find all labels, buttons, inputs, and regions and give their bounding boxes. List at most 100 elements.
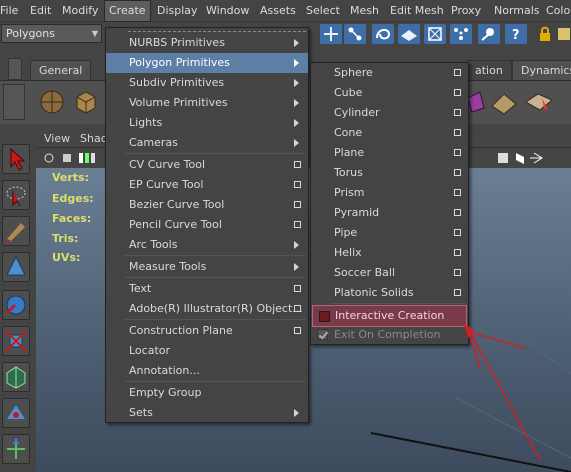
lasso-tool-icon[interactable] [2,180,30,210]
menu-color[interactable]: Color [546,0,571,22]
menu-create[interactable]: Create [104,0,151,22]
menu-item-sphere[interactable]: Sphere [311,63,468,83]
option-box-icon[interactable] [454,269,461,276]
snap-curve-icon[interactable] [344,24,366,44]
menu-item-text[interactable]: Text [106,279,308,299]
menu-item-cone[interactable]: Cone [311,123,468,143]
menu-item-cv-curve-tool[interactable]: CV Curve Tool [106,155,308,175]
scale-tool-icon[interactable] [2,326,30,356]
poly-smooth-icon[interactable] [524,88,554,116]
menu-modify[interactable]: Modify [62,0,98,22]
snap-plane-icon[interactable] [398,24,420,44]
menu-item-annotation[interactable]: Annotation... [106,361,308,381]
menu-item-helix[interactable]: Helix [311,243,468,263]
last-tool-icon[interactable] [2,434,30,464]
menu-item-volume-primitives[interactable]: Volume Primitives [106,93,308,113]
menu-edit[interactable]: Edit [30,0,51,22]
menu-item-cylinder[interactable]: Cylinder [311,103,468,123]
help-icon[interactable]: ? [505,24,527,44]
option-box-icon[interactable] [294,201,301,208]
menu-item-cameras[interactable]: Cameras [106,133,308,153]
manipulator-icon[interactable] [2,362,30,392]
shelf-options-button[interactable] [3,84,25,120]
menu-item-empty-group[interactable]: Empty Group [106,383,308,403]
panel-menu-view[interactable]: View [44,132,70,145]
menu-item-adobe-illustrator-object[interactable]: Adobe(R) Illustrator(R) Object... [106,299,308,319]
menu-item-locator[interactable]: Locator [106,341,308,361]
snap-grid-icon[interactable] [320,24,342,44]
option-box-icon[interactable] [454,229,461,236]
menu-item-bezier-curve-tool[interactable]: Bezier Curve Tool [106,195,308,215]
menu-item-polygon-primitives[interactable]: Polygon Primitives [106,53,308,73]
option-box-icon[interactable] [454,249,461,256]
menu-item-pipe[interactable]: Pipe [311,223,468,243]
option-box-icon[interactable] [454,289,461,296]
menu-mesh[interactable]: Mesh [350,0,379,22]
menu-item-torus[interactable]: Torus [311,163,468,183]
menu-item-cube[interactable]: Cube [311,83,468,103]
option-box-icon[interactable] [294,327,301,334]
menu-item-prism[interactable]: Prism [311,183,468,203]
render-icon[interactable] [556,24,571,44]
paint-select-icon[interactable] [2,216,30,246]
tab-general[interactable]: General [30,60,92,80]
menu-item-subdiv-primitives[interactable]: Subdiv Primitives [106,73,308,93]
interactive-creation-checkbox[interactable] [319,311,330,322]
shading-mode-icons[interactable] [494,150,564,166]
option-box-icon[interactable] [294,305,301,312]
move-tool-icon[interactable] [2,252,30,282]
menu-item-measure-tools[interactable]: Measure Tools [106,257,308,277]
snap-live-icon[interactable] [424,24,446,44]
make-live-icon[interactable] [478,24,500,44]
menu-item-pencil-curve-tool[interactable]: Pencil Curve Tool [106,215,308,235]
tab-dynamics[interactable]: Dynamics [512,60,571,80]
menu-assets[interactable]: Assets [260,0,296,22]
option-box-icon[interactable] [454,69,461,76]
option-box-icon[interactable] [294,181,301,188]
option-box-icon[interactable] [294,161,301,168]
exit-on-completion-checkbox[interactable] [317,329,328,340]
select-tool-icon[interactable] [2,144,30,174]
menu-item-plane[interactable]: Plane [311,143,468,163]
camera-tools-icon[interactable] [39,151,99,165]
snap-point-icon[interactable] [372,24,394,44]
option-box-icon[interactable] [454,129,461,136]
poly-sphere-icon[interactable] [38,88,66,116]
soft-mod-icon[interactable] [2,398,30,428]
menu-window[interactable]: Window [206,0,249,22]
menu-select[interactable]: Select [306,0,340,22]
lock-icon[interactable] [534,24,556,44]
menu-edit-mesh[interactable]: Edit Mesh [390,0,444,22]
menu-item-pyramid[interactable]: Pyramid [311,203,468,223]
panel-menu-shading[interactable]: Shac [80,132,107,145]
poly-shape-icon[interactable] [466,88,486,116]
menu-item-platonic-solids[interactable]: Platonic Solids [311,283,468,303]
menu-item-nurbs-primitives[interactable]: NURBS Primitives [106,33,308,53]
menu-file[interactable]: File [0,0,18,22]
shelf-menu-button[interactable] [8,58,22,80]
menu-set-dropdown[interactable]: Polygons ▼ [1,24,102,43]
menu-item-soccer-ball[interactable]: Soccer Ball [311,263,468,283]
poly-cube-icon[interactable] [72,88,100,116]
submenu-arrow-icon [294,79,299,87]
menu-item-construction-plane[interactable]: Construction Plane [106,321,308,341]
menu-item-sets[interactable]: Sets [106,403,308,423]
rotate-tool-icon[interactable] [2,290,30,320]
option-box-icon[interactable] [294,221,301,228]
poly-plane-icon[interactable] [490,88,518,116]
tab-animation[interactable]: ation [466,60,512,80]
snap-vertex-icon[interactable] [450,24,472,44]
option-box-icon[interactable] [454,169,461,176]
option-box-icon[interactable] [454,209,461,216]
option-box-icon[interactable] [454,189,461,196]
option-box-icon[interactable] [454,109,461,116]
option-box-icon[interactable] [294,285,301,292]
menu-item-arc-tools[interactable]: Arc Tools [106,235,308,255]
menu-normals[interactable]: Normals [494,0,540,22]
menu-display[interactable]: Display [157,0,198,22]
option-box-icon[interactable] [454,149,461,156]
menu-item-lights[interactable]: Lights [106,113,308,133]
menu-item-ep-curve-tool[interactable]: EP Curve Tool [106,175,308,195]
menu-proxy[interactable]: Proxy [451,0,481,22]
option-box-icon[interactable] [454,89,461,96]
